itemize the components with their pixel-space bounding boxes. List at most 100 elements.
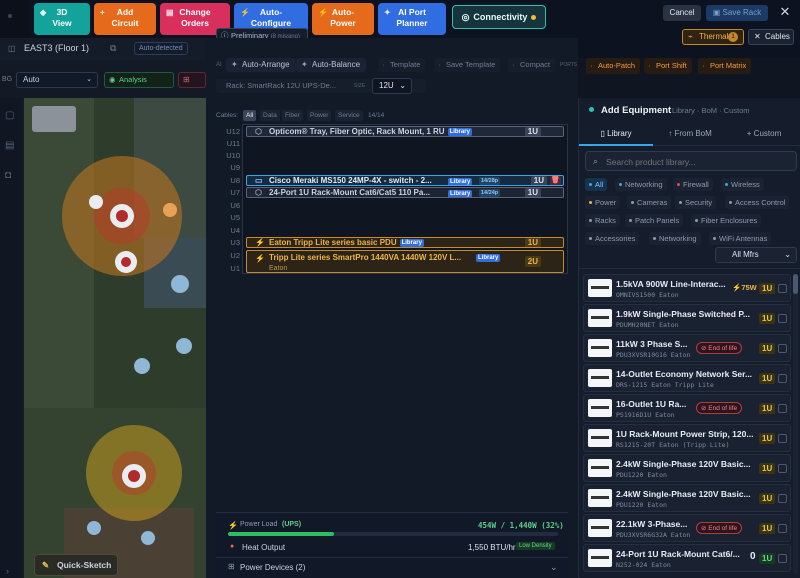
product-row[interactable]: 1.5kVA 900W Line-Interac... OMNIVS1500 E…	[583, 274, 791, 302]
port-shift-button[interactable]: · Port Shift	[644, 58, 692, 74]
rack-device-cisco-meraki[interactable]: ▭ Cisco Meraki MS150 24MP-4X - switch - …	[246, 175, 564, 186]
category-chip-security[interactable]: Security	[675, 196, 717, 209]
auto-power-button[interactable]: ⚡ Auto- Power	[312, 3, 374, 35]
cable-filter-power[interactable]: Power	[307, 110, 332, 121]
search-input[interactable]	[606, 154, 792, 169]
product-row[interactable]: 1.9kW Single-Phase Switched P... PDUMH20…	[583, 304, 791, 332]
add-product-icon[interactable]	[778, 464, 787, 473]
chip-bullet-icon	[589, 237, 592, 240]
cable-filter-all[interactable]: All	[243, 110, 257, 121]
delete-trash-icon[interactable]: 🗑	[550, 176, 561, 185]
category-chip-racks[interactable]: Racks	[585, 214, 620, 227]
category-chip-wifi-antennas[interactable]: WiFi Antennas	[709, 232, 772, 245]
rack-device-smartpro-ups[interactable]: ⚡ Tripp Lite series SmartPro 1440VA 1440…	[246, 250, 564, 273]
auto-arrange-button[interactable]: ✦ Auto-Arrange	[226, 58, 296, 72]
3d-view-line2: View	[52, 18, 72, 28]
product-row[interactable]: 16-Outlet 1U Ra... PS1916D1U Eaton ⊘ End…	[583, 394, 791, 422]
cable-filter-fiber[interactable]: Fiber	[282, 110, 303, 121]
analysis-toggle[interactable]: ◉ Analysis	[104, 72, 174, 88]
product-row[interactable]: 11kW 3 Phase S... PDU3XVSR10G16 Eaton ⊘ …	[583, 334, 791, 362]
rack-device-opticom-tray[interactable]: ⬡ Opticom® Tray, Fiber Optic, Rack Mount…	[246, 126, 564, 137]
bolt-icon: ⚡	[255, 238, 265, 247]
product-sku: PDU1220	[616, 471, 644, 479]
floor-map-canvas[interactable]: ✎ Quick-Sketch	[24, 98, 206, 578]
ports-toggle-icon[interactable]: ⊞	[178, 72, 206, 88]
product-name: 1U Rack-Mount Power Strip, 120...	[616, 429, 754, 439]
product-row[interactable]: 1U Rack-Mount Power Strip, 120... RS1215…	[583, 424, 791, 452]
save-rack-label: Save Rack	[722, 8, 762, 17]
3d-view-button[interactable]: ◆ 3D View	[34, 3, 90, 35]
product-row[interactable]: 22.1kW 3-Phase... PDU3XVSR6G32A Eaton ⊘ …	[583, 514, 791, 542]
quick-sketch-button[interactable]: ✎ Quick-Sketch	[34, 554, 118, 576]
auto-patch-button[interactable]: · Auto-Patch	[586, 58, 641, 74]
product-row[interactable]: 2.4kW Single-Phase 120V Basic... PDU1220…	[583, 484, 791, 512]
product-thumbnail	[588, 519, 612, 537]
cables-toggle[interactable]: ✕ Cables	[748, 29, 794, 45]
product-row[interactable]: 2.4kW Single-Phase 120V Basic... PDU1220…	[583, 454, 791, 482]
add-product-icon[interactable]	[778, 494, 787, 503]
category-chip-firewall[interactable]: Firewall	[673, 178, 713, 191]
ai-port-planner-button[interactable]: ✦ AI Port Planner	[378, 3, 446, 35]
chevron-right-icon[interactable]: ›	[6, 566, 9, 576]
document-icon[interactable]: ▤	[5, 140, 14, 151]
category-chip-networking-2[interactable]: Networking	[649, 232, 701, 245]
product-name: 22.1kW 3-Phase...	[616, 519, 688, 529]
chip-label: Security	[685, 198, 713, 207]
copy-icon[interactable]: ⧉	[110, 43, 116, 54]
category-chip-patch-panels[interactable]: Patch Panels	[625, 214, 684, 227]
template-button[interactable]: · Template	[378, 58, 426, 72]
device-box-icon: ⬡	[255, 188, 262, 197]
scrollbar-thumb[interactable]	[793, 274, 798, 294]
product-list-scrollbar[interactable]	[793, 274, 798, 574]
connectivity-button[interactable]: ◎ Connectivity	[452, 5, 546, 29]
rack-device-basic-pdu[interactable]: ⚡ Eaton Tripp Lite series basic PDU Libra…	[246, 237, 564, 248]
product-u-badge: 1U	[759, 433, 776, 444]
chip-label: Networking	[625, 180, 663, 189]
building-icon[interactable]: ▢	[5, 110, 14, 121]
power-devices-toggle[interactable]: Power Devices (2)	[240, 563, 305, 572]
cancel-button[interactable]: Cancel	[663, 5, 701, 21]
chevron-down-icon[interactable]: ⌄	[550, 562, 558, 573]
category-chip-access-control[interactable]: Access Control	[725, 196, 790, 209]
add-product-icon[interactable]	[778, 314, 787, 323]
product-search[interactable]: ⌕	[585, 151, 797, 171]
cable-filter-data[interactable]: Data	[260, 110, 280, 121]
add-product-icon[interactable]	[778, 344, 787, 353]
camera-icon[interactable]: ◘	[5, 170, 11, 181]
bg-select[interactable]: Auto ⌄	[16, 72, 98, 88]
add-product-icon[interactable]	[778, 434, 787, 443]
tab-custom[interactable]: + Custom	[727, 124, 800, 146]
add-product-icon[interactable]	[778, 284, 787, 293]
close-icon[interactable]: ✕	[778, 4, 792, 20]
category-chip-cameras[interactable]: Cameras	[627, 196, 672, 209]
category-chip-fiber-enclosures[interactable]: Fiber Enclosures	[691, 214, 762, 227]
tab-from-bom[interactable]: ↑ From BoM	[653, 124, 727, 146]
port-matrix-button[interactable]: · Port Matrix	[698, 58, 752, 74]
manufacturer-select[interactable]: All Mfrs ⌄	[715, 247, 797, 263]
auto-balance-button[interactable]: ✦ Auto-Balance	[296, 58, 367, 72]
category-chip-accessories[interactable]: Accessories	[585, 232, 640, 245]
add-product-icon[interactable]	[778, 554, 787, 563]
panel-tabs: ▯ Library ↑ From BoM + Custom	[579, 124, 800, 146]
save-template-button[interactable]: · Save Template	[434, 58, 501, 72]
product-row[interactable]: 14-Outlet Economy Network Ser... DRS-121…	[583, 364, 791, 392]
category-chip-networking[interactable]: Networking	[615, 178, 667, 191]
add-product-icon[interactable]	[778, 404, 787, 413]
add-product-icon[interactable]	[778, 374, 787, 383]
rack-device-patch-panel[interactable]: ⬡ 24-Port 1U Rack-Mount Cat6/Cat5 110 Pa…	[246, 187, 564, 198]
floor-selector[interactable]: EAST3 (Floor 1)	[24, 43, 89, 53]
save-rack-button[interactable]: ▣ Save Rack	[706, 5, 768, 21]
product-row[interactable]: 24-Port 1U Rack-Mount Cat6/... N252-024 …	[583, 544, 791, 572]
add-circuit-button[interactable]: + Add Circuit	[94, 3, 156, 35]
thermal-toggle[interactable]: ⌁ Thermal 1	[682, 29, 744, 45]
device-u-badge: 2U	[524, 256, 541, 267]
rack-size-select[interactable]: 12U ⌄	[372, 78, 412, 94]
compact-button[interactable]: · Compact	[508, 58, 556, 72]
library-tag: Library	[448, 190, 473, 197]
category-chip-wireless[interactable]: Wireless	[721, 178, 764, 191]
category-chip-all[interactable]: All	[585, 178, 608, 191]
category-chip-power[interactable]: Power	[585, 196, 621, 209]
tab-library[interactable]: ▯ Library	[579, 124, 653, 146]
cable-filter-service[interactable]: Service	[335, 110, 363, 121]
add-product-icon[interactable]	[778, 524, 787, 533]
